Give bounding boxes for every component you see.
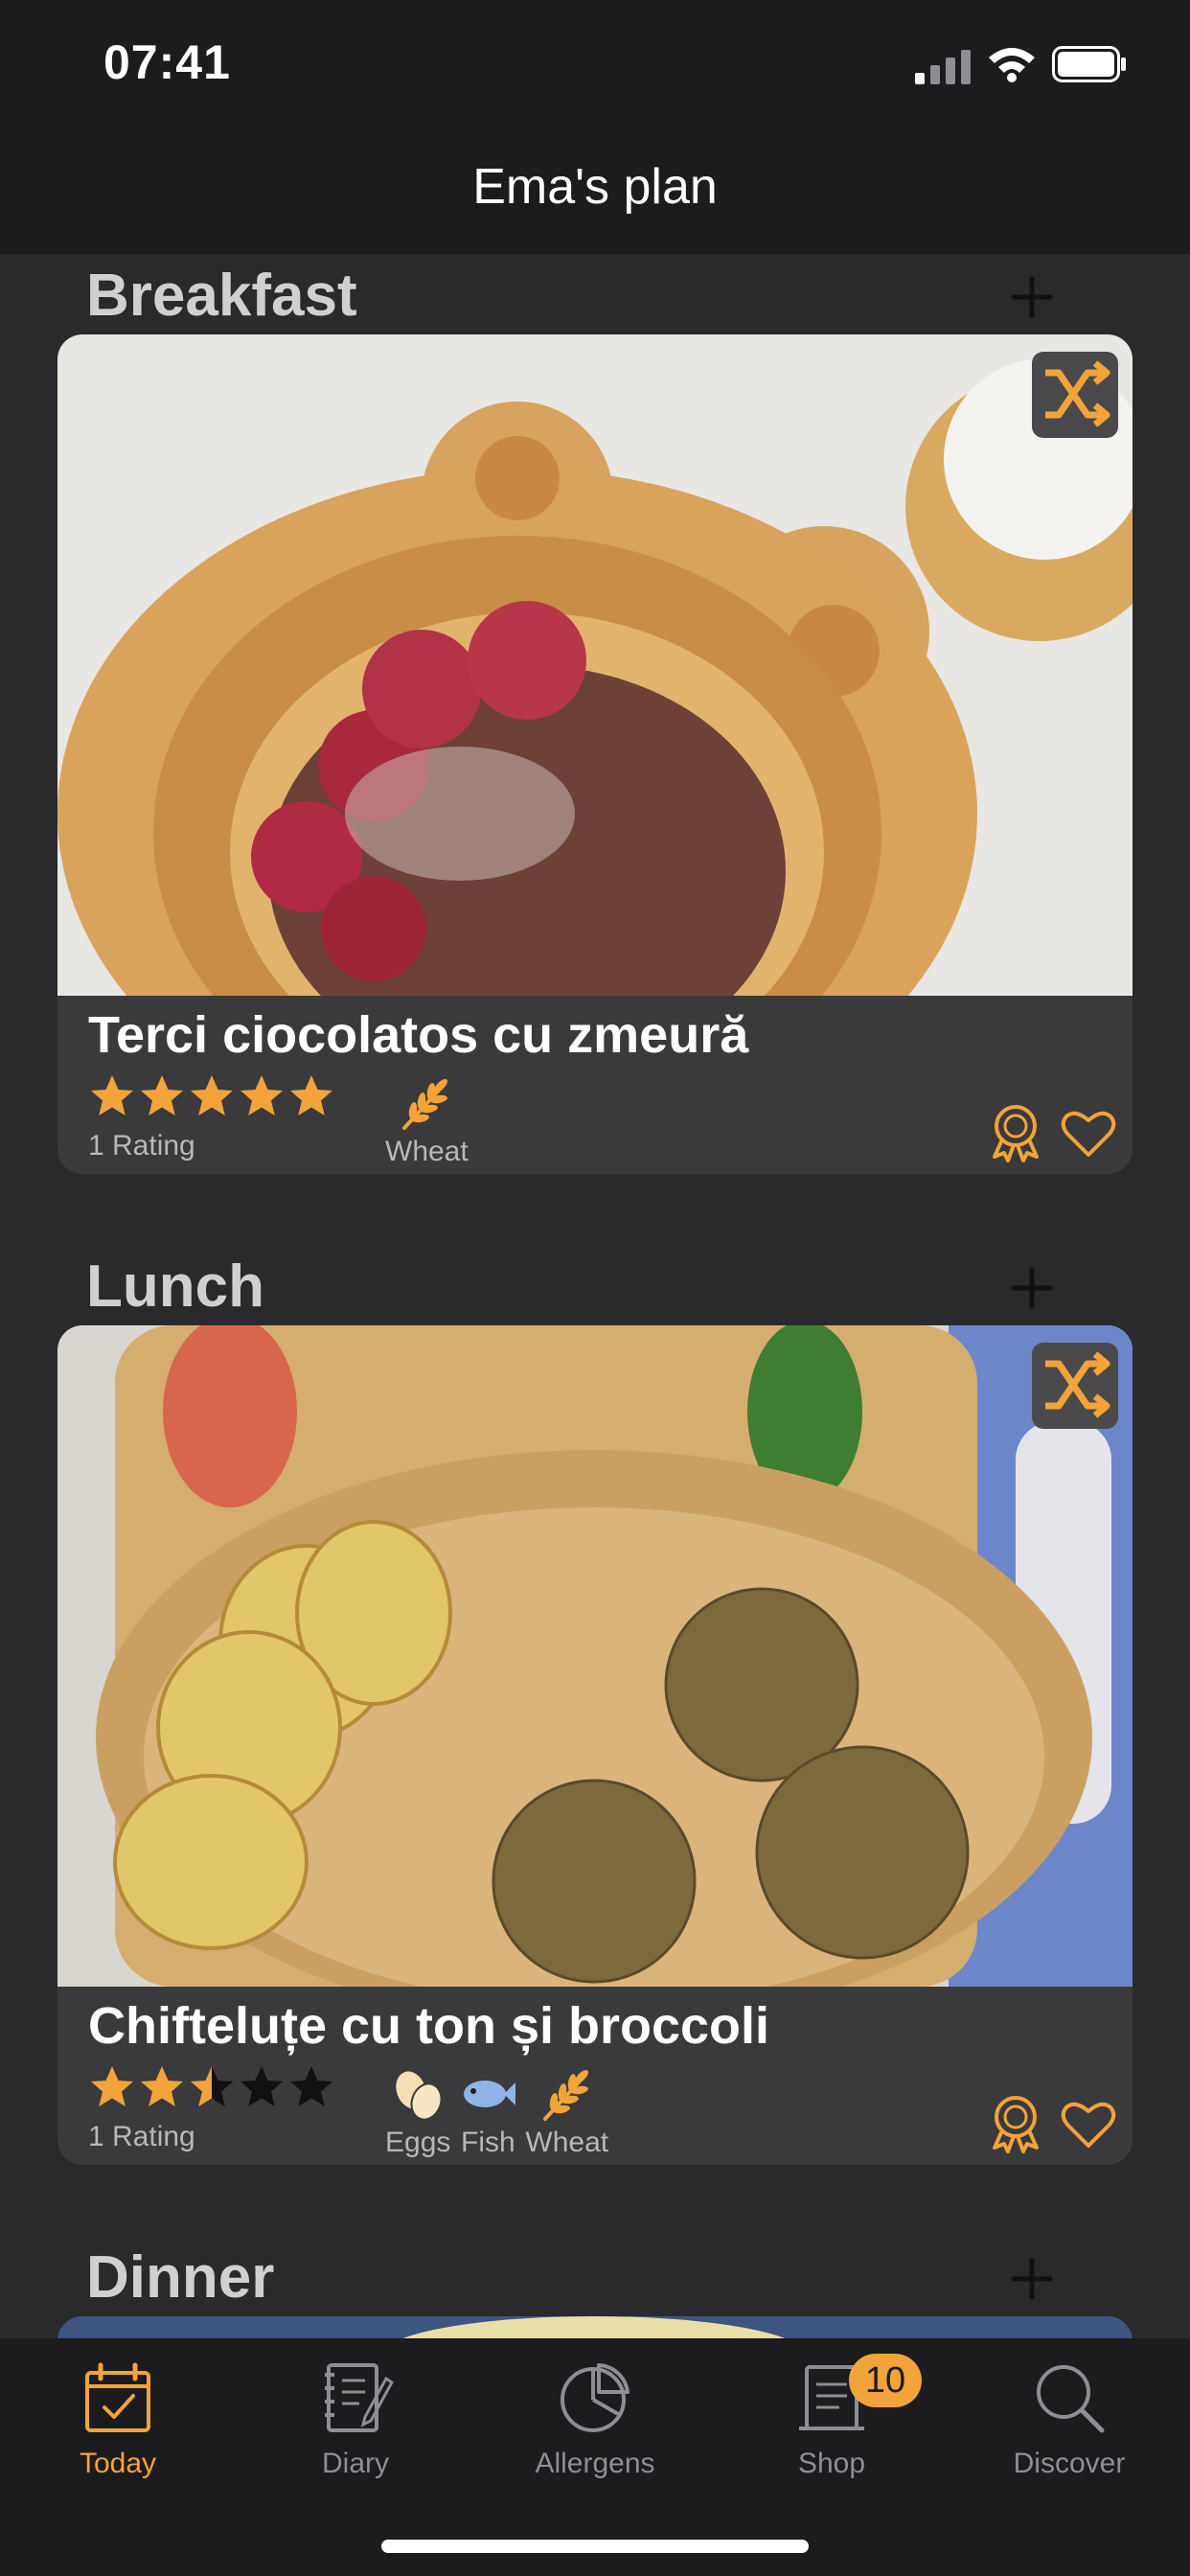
recipe-card[interactable] — [57, 2316, 1133, 2338]
status-bar: 07:41 — [0, 0, 1190, 129]
tab-label: Allergens — [535, 2448, 655, 2479]
tab-shop[interactable]: Shop 10 — [736, 2354, 927, 2513]
meal-plan-list[interactable]: Breakfast Terci ciocolatos cu zmeură 1 R… — [0, 254, 1190, 2338]
allergen-label: Fish — [461, 2127, 515, 2158]
wheat-icon — [402, 1079, 448, 1130]
star-icon — [91, 1075, 133, 1116]
recipe-title: Terci ciocolatos cu zmeură — [88, 1006, 749, 1064]
add-icon[interactable] — [1008, 273, 1056, 321]
allergen-item: Fish — [458, 2065, 517, 2159]
section-dinner: Dinner — [0, 2243, 1190, 2320]
star-icon — [91, 2066, 133, 2106]
eggs-icon — [396, 2071, 443, 2121]
shuffle-icon — [1045, 360, 1110, 427]
section-breakfast: Breakfast — [0, 262, 1190, 338]
heart-icon[interactable] — [1060, 2100, 1117, 2150]
shop-badge: 10 — [849, 2354, 922, 2407]
cellular-signal-icon — [915, 50, 971, 84]
tab-discover[interactable]: Discover — [973, 2359, 1165, 2513]
recipe-card[interactable]: Terci ciocolatos cu zmeură 1 Rating Whea… — [57, 334, 1133, 1174]
fish-icon — [464, 2081, 516, 2107]
add-icon[interactable] — [1008, 2255, 1056, 2303]
tab-label: Today — [79, 2448, 157, 2479]
home-indicator[interactable] — [381, 2540, 809, 2553]
page-title: Ema's plan — [472, 159, 718, 215]
wifi-icon — [989, 48, 1035, 82]
recipe-photo[interactable] — [57, 334, 1133, 996]
allergen-label: Wheat — [385, 1136, 469, 1167]
calendar-check-icon — [85, 2362, 150, 2432]
award-icon[interactable] — [985, 2092, 1046, 2153]
star-icon — [191, 2066, 233, 2106]
shuffle-button[interactable] — [1032, 352, 1118, 438]
heart-icon[interactable] — [1060, 1109, 1117, 1159]
status-time: 07:41 — [103, 35, 231, 89]
tab-diary[interactable]: Diary — [260, 2359, 451, 2513]
recipe-card[interactable]: Chifteluțe cu ton și broccoli 1 Rating E… — [57, 1325, 1133, 2165]
allergen-label: Wheat — [525, 2127, 609, 2158]
star-icon — [240, 1075, 283, 1116]
allergen-label: Eggs — [385, 2127, 451, 2158]
recipe-photo[interactable] — [57, 1325, 1133, 1987]
star-rating — [88, 1072, 335, 1120]
allergen-item: Wheat — [385, 1074, 469, 1168]
star-icon — [290, 2066, 332, 2106]
star-icon — [191, 1075, 233, 1116]
navigation-bar: Ema's plan — [0, 129, 1190, 254]
add-icon[interactable] — [1008, 1264, 1056, 1312]
award-icon[interactable] — [985, 1101, 1046, 1162]
search-icon — [1037, 2365, 1105, 2433]
rating-count: 1 Rating — [88, 1130, 195, 1162]
section-title: Dinner — [86, 2244, 275, 2311]
star-icon — [141, 2066, 183, 2106]
shuffle-icon — [1045, 1351, 1110, 1418]
allergen-list: Eggs Fish Wheat — [385, 2065, 608, 2159]
shuffle-button[interactable] — [1032, 1343, 1118, 1429]
section-title: Lunch — [86, 1254, 264, 1320]
allergen-item: Wheat — [525, 2065, 608, 2159]
diary-icon — [325, 2363, 394, 2432]
wheat-icon — [542, 2070, 588, 2121]
section-title: Breakfast — [86, 263, 357, 329]
tab-label: Diary — [321, 2448, 389, 2479]
recipe-photo[interactable] — [57, 2316, 1133, 2338]
star-rating — [88, 2063, 335, 2111]
allergen-list: Wheat — [385, 1074, 469, 1168]
star-icon — [290, 1075, 332, 1116]
rating-count: 1 Rating — [88, 2121, 195, 2152]
star-icon — [240, 2066, 283, 2106]
recipe-title: Chifteluțe cu ton și broccoli — [88, 1997, 770, 2055]
star-icon — [141, 1075, 183, 1116]
tab-label: Discover — [1013, 2448, 1126, 2479]
tab-today[interactable]: Today — [22, 2359, 214, 2513]
battery-icon — [1052, 46, 1126, 82]
tab-allergens[interactable]: Allergens — [499, 2359, 691, 2513]
section-lunch: Lunch — [0, 1253, 1190, 1329]
pie-chart-icon — [561, 2363, 629, 2432]
allergen-item: Eggs — [385, 2065, 450, 2159]
tab-label: Shop — [797, 2448, 866, 2479]
